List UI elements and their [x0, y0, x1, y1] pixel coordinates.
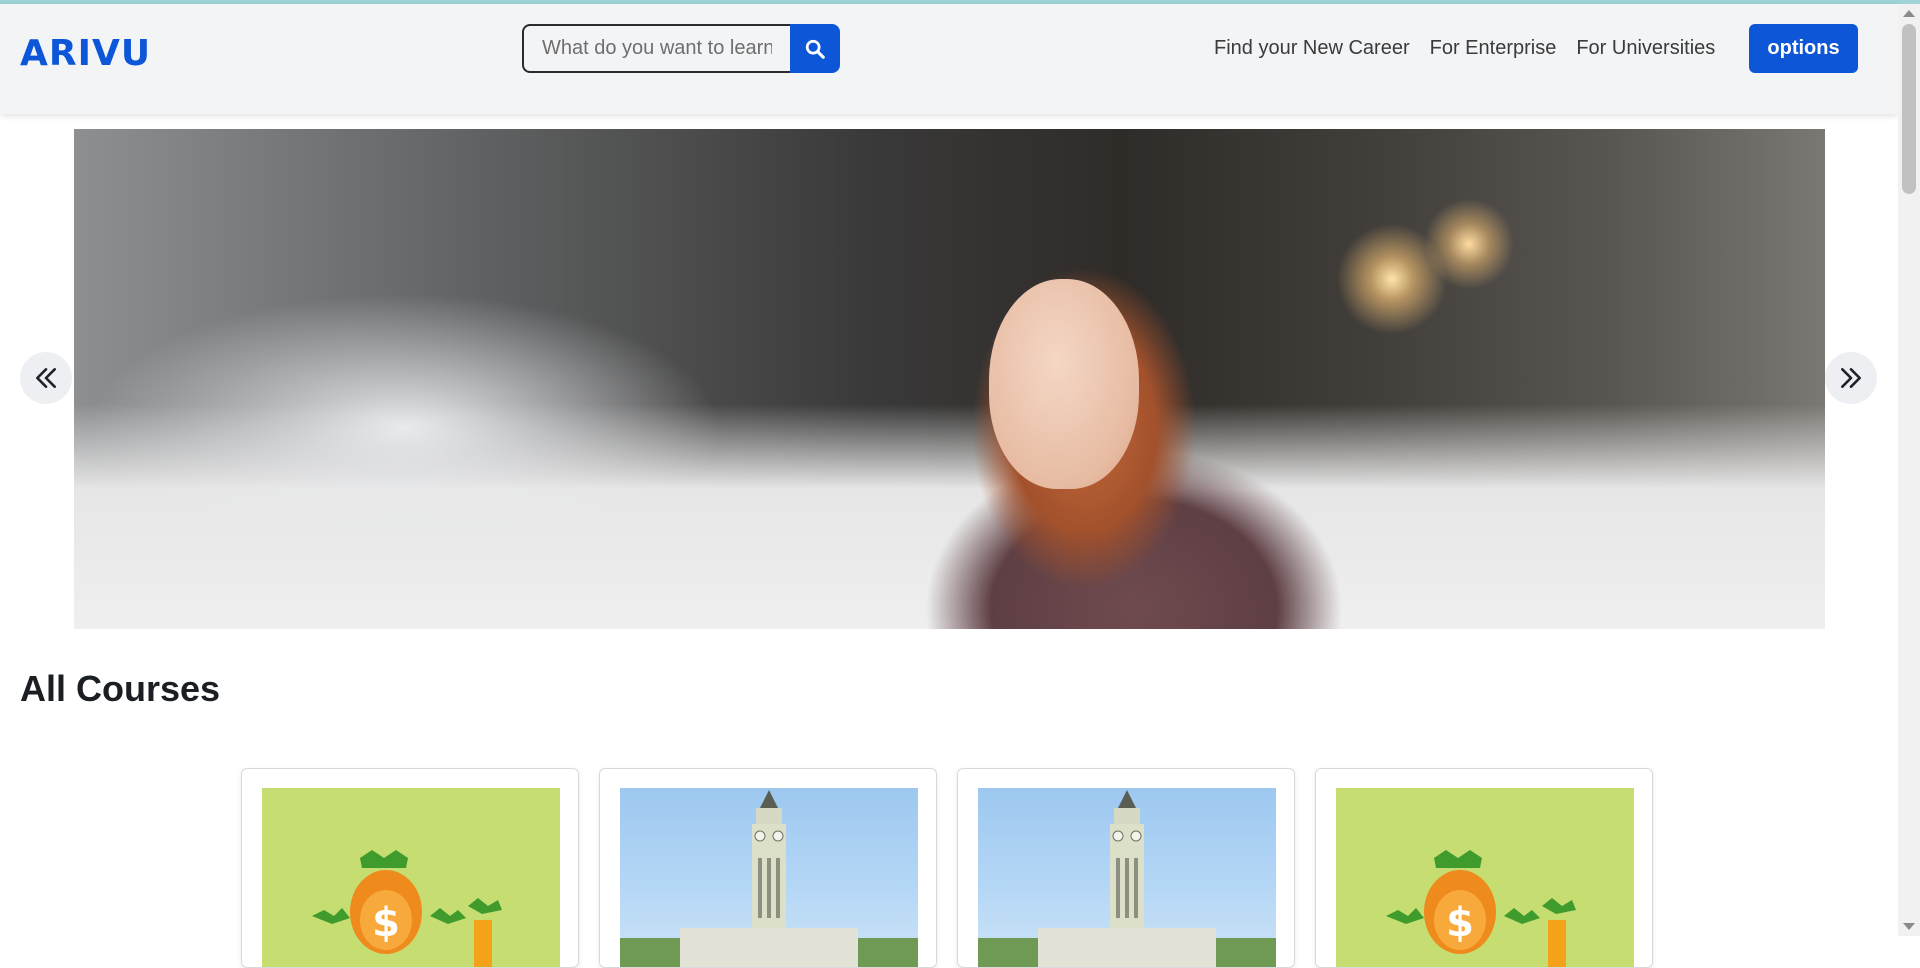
section-title-all-courses: All Courses: [20, 668, 221, 709]
clock-tower-illustration: [978, 790, 1276, 967]
search-form: [522, 24, 840, 73]
money-bag-icon: $: [312, 850, 502, 967]
search-button[interactable]: [790, 24, 840, 73]
chevron-double-right-icon: [1841, 368, 1861, 388]
carousel-prev-button[interactable]: [20, 352, 72, 404]
hero-slide-image: [74, 129, 1825, 629]
nav-link-find-career[interactable]: Find your New Career: [1214, 37, 1410, 60]
scroll-up-arrow-icon[interactable]: [1903, 10, 1915, 17]
scroll-down-arrow-icon[interactable]: [1903, 923, 1915, 930]
nav-link-universities[interactable]: For Universities: [1576, 37, 1715, 60]
course-image-clock-tower: [978, 788, 1276, 967]
search-input[interactable]: [522, 24, 790, 73]
chevron-double-left-icon: [36, 368, 56, 388]
options-button[interactable]: options: [1749, 24, 1858, 73]
course-card[interactable]: $: [1315, 768, 1653, 968]
scrollbar-thumb[interactable]: [1902, 24, 1916, 194]
course-list: $ $: [241, 768, 1653, 968]
svg-text:$: $: [372, 900, 400, 946]
course-card[interactable]: [599, 768, 937, 968]
money-bag-icon: $: [1386, 850, 1576, 967]
hero-person: [989, 279, 1139, 489]
carousel-next-button[interactable]: [1825, 352, 1877, 404]
navbar: ARIVU Find your New Career For Enterpris…: [0, 4, 1898, 114]
course-image-clock-tower: [620, 788, 918, 967]
brand-logo[interactable]: ARIVU: [20, 26, 151, 82]
svg-text:$: $: [1446, 900, 1474, 946]
nav-links: Find your New Career For Enterprise For …: [1214, 24, 1715, 73]
search-icon: [805, 39, 825, 59]
page-scrollbar[interactable]: [1898, 4, 1920, 936]
course-card[interactable]: $: [241, 768, 579, 968]
course-image-money-bag: $: [1336, 788, 1634, 967]
clock-tower-illustration: [620, 790, 918, 967]
course-image-money-bag: $: [262, 788, 560, 967]
course-card[interactable]: [957, 768, 1295, 968]
nav-link-enterprise[interactable]: For Enterprise: [1430, 37, 1557, 60]
